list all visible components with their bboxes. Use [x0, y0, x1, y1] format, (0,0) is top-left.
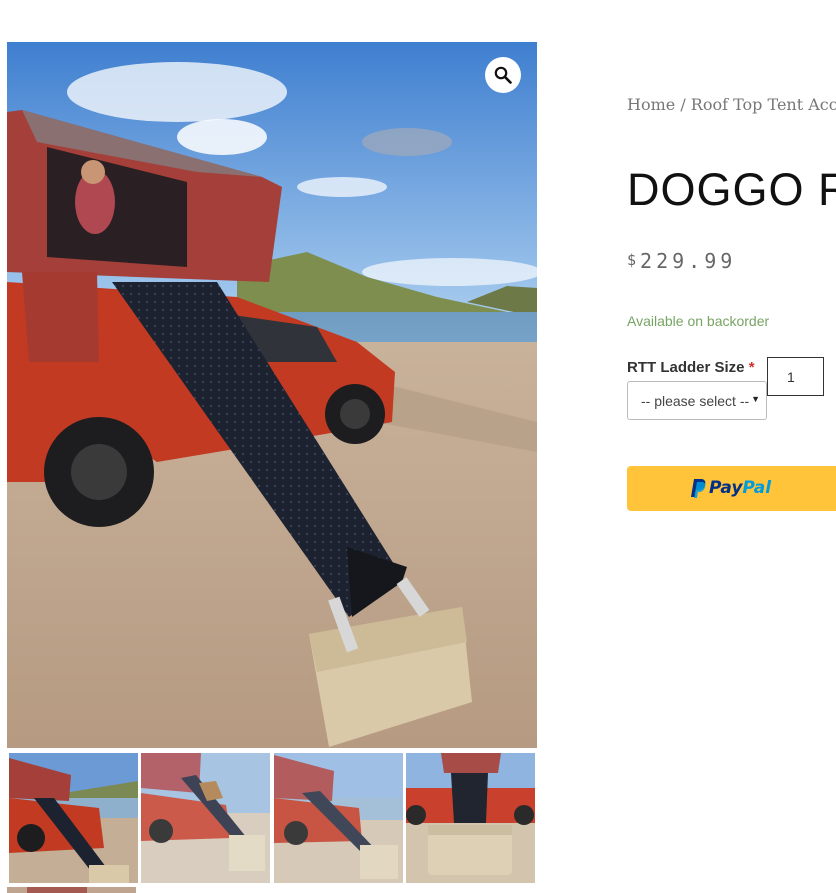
quantity-input[interactable]: 1: [767, 357, 824, 396]
paypal-wordmark: PayPal: [709, 478, 771, 498]
breadcrumb-separator: /: [675, 95, 691, 114]
product-price: $229.99: [627, 249, 736, 273]
thumbnail-4[interactable]: [406, 753, 535, 883]
product-title: DOGGO RTT LADDER COVER: [627, 164, 836, 215]
thumbnail-5[interactable]: [7, 887, 136, 893]
zoom-button[interactable]: [485, 57, 521, 93]
quantity-value: 1: [787, 369, 795, 385]
dropdown-arrow-icon: ▼: [751, 394, 760, 404]
breadcrumb: Home / Roof Top Tent Accessories: [627, 95, 836, 114]
main-product-image[interactable]: [7, 42, 537, 748]
ladder-size-label-text: RTT Ladder Size: [627, 359, 745, 376]
magnifier-icon: [494, 66, 512, 84]
breadcrumb-category-link[interactable]: Roof Top Tent Accessories: [691, 95, 836, 114]
thumbnail-3[interactable]: [274, 753, 403, 883]
product-summary: Home / Roof Top Tent Accessories DOGGO R…: [627, 0, 836, 893]
thumbnail-1[interactable]: [9, 753, 138, 883]
paypal-pay-text: Pay: [709, 478, 743, 498]
paypal-button[interactable]: PayPal: [627, 466, 836, 511]
required-mark: *: [748, 359, 755, 376]
price-amount: 229.99: [640, 249, 737, 273]
stock-status: Available on backorder: [627, 313, 770, 329]
ladder-size-select[interactable]: -- please select -- ▼: [627, 381, 767, 420]
ladder-size-label: RTT Ladder Size *: [627, 359, 755, 376]
thumbnail-2[interactable]: [141, 753, 270, 883]
paypal-icon: [691, 479, 706, 498]
currency-symbol: $: [627, 251, 641, 269]
paypal-pal-text: Pal: [742, 478, 772, 498]
thumbnail-strip: [7, 753, 537, 893]
ladder-size-selected-value: -- please select --: [641, 393, 750, 409]
breadcrumb-home-link[interactable]: Home: [627, 95, 675, 114]
